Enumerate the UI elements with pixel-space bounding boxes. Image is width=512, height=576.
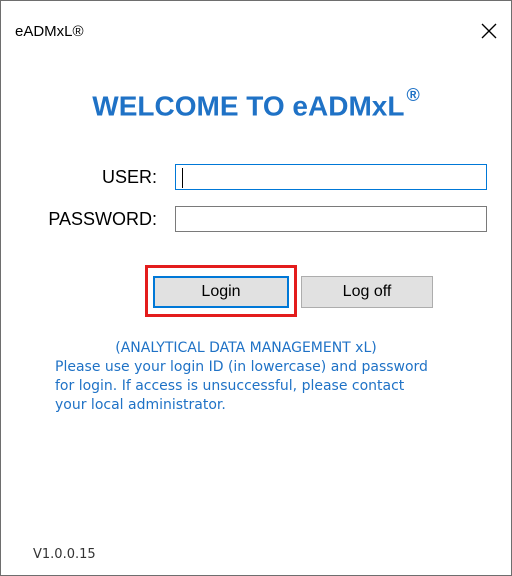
close-icon bbox=[481, 23, 497, 39]
info-line-3: for login. If access is unsuccessful, pl… bbox=[55, 378, 405, 394]
version-label: V1.0.0.15 bbox=[33, 547, 96, 562]
welcome-text: WELCOME TO eADMxL bbox=[92, 90, 405, 122]
welcome-heading: WELCOME TO eADMxL ® bbox=[1, 85, 511, 122]
info-line-1: (ANALYTICAL DATA MANAGEMENT xL) bbox=[115, 340, 377, 356]
password-label: PASSWORD: bbox=[48, 209, 157, 229]
content-area bbox=[1, 65, 511, 575]
registered-mark: ® bbox=[406, 85, 420, 105]
info-line-4: your local administrator. bbox=[55, 397, 226, 413]
info-text: (ANALYTICAL DATA MANAGEMENT xL) Please u… bbox=[41, 339, 491, 415]
login-window: eADMxL® WELCOME TO eADMxL ® USER: PASSWOR… bbox=[0, 0, 512, 576]
password-input[interactable] bbox=[175, 206, 487, 232]
login-button[interactable]: Login bbox=[153, 276, 289, 308]
text-caret bbox=[182, 168, 183, 188]
info-line-2: Please use your login ID (in lowercase) … bbox=[55, 359, 428, 375]
title-bar: eADMxL® bbox=[1, 1, 511, 65]
user-label: USER: bbox=[101, 167, 157, 187]
user-input[interactable] bbox=[175, 164, 487, 190]
window-title: eADMxL® bbox=[15, 23, 84, 40]
close-button[interactable] bbox=[467, 9, 511, 53]
logoff-button[interactable]: Log off bbox=[301, 276, 433, 308]
